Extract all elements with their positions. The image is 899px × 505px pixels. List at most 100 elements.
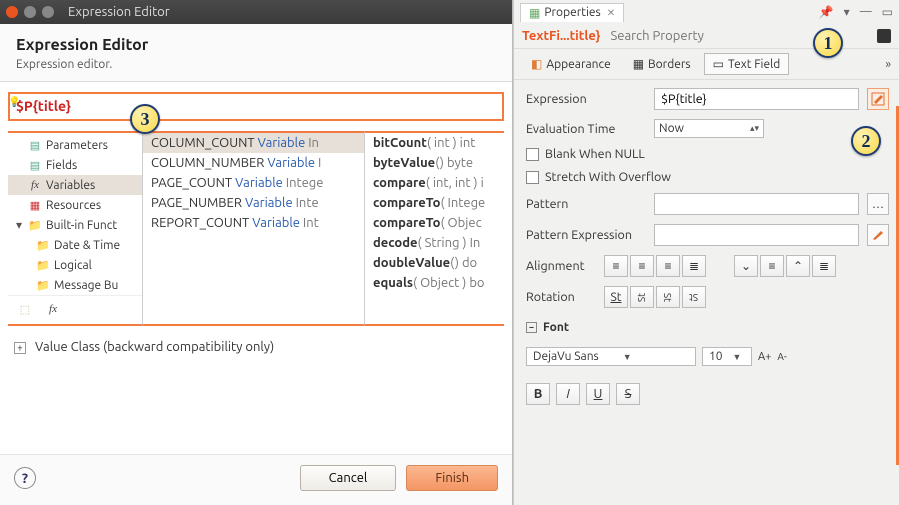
expression-field[interactable]: [654, 88, 859, 110]
underline-button[interactable]: U: [586, 383, 610, 405]
user-icon[interactable]: [877, 29, 891, 43]
expression-input[interactable]: 💡 $P{title}: [8, 92, 504, 121]
blank-when-null-checkbox[interactable]: Blank When NULL: [526, 147, 889, 161]
variable-row[interactable]: PAGE_NUMBER Variable Inte: [143, 193, 364, 213]
variable-row[interactable]: COLUMN_NUMBER Variable I: [143, 153, 364, 173]
font-family-select[interactable]: DejaVu Sans▼: [526, 347, 696, 366]
pin-icon[interactable]: 📌: [819, 5, 834, 19]
tree-item-variables[interactable]: fx Variables: [8, 175, 142, 195]
alignment-label: Alignment: [526, 259, 596, 273]
parameters-icon: ▤: [28, 138, 42, 152]
function-row[interactable]: equals( Object ) bo: [365, 273, 504, 293]
function-toggle-icon[interactable]: ⬚: [18, 302, 32, 316]
rotation-left-button[interactable]: St: [630, 286, 654, 308]
view-menu-icon[interactable]: ▾: [844, 5, 850, 19]
function-row[interactable]: bitCount( int ) int: [365, 133, 504, 153]
align-center-button[interactable]: ≡: [630, 255, 654, 277]
finish-button[interactable]: Finish: [406, 465, 498, 491]
decrease-font-button[interactable]: A-: [777, 351, 786, 362]
properties-panel: ▦ Properties ✕ 📌 ▾ — ▭ TextFi...title} ◧…: [513, 0, 899, 505]
chevron-updown-icon: ▴▾: [750, 123, 759, 134]
tree-item-messagebu[interactable]: 📁 Message Bu: [8, 275, 142, 295]
edit-icon: [871, 92, 885, 106]
font-section-header[interactable]: − Font: [526, 321, 889, 334]
window-close-button[interactable]: [6, 6, 18, 18]
breadcrumb[interactable]: TextFi...title}: [522, 29, 600, 43]
dialog-header: Expression Editor Expression editor.: [0, 24, 512, 82]
cancel-button[interactable]: Cancel: [300, 465, 397, 491]
variable-row[interactable]: REPORT_COUNT Variable Int: [143, 213, 364, 233]
rotation-right-button[interactable]: St: [656, 286, 680, 308]
align-right-button[interactable]: ≡: [656, 255, 680, 277]
valign-bottom-button[interactable]: ⌃: [786, 255, 810, 277]
tab-borders[interactable]: ▦ Borders: [624, 53, 700, 75]
pattern-browse-button[interactable]: …: [867, 193, 889, 215]
pattern-expression-field[interactable]: [654, 224, 859, 246]
rotation-upside-button[interactable]: St: [682, 286, 706, 308]
increase-font-button[interactable]: A+: [758, 351, 771, 363]
help-button[interactable]: ?: [14, 467, 36, 489]
function-row[interactable]: decode( String ) In: [365, 233, 504, 253]
variable-row[interactable]: PAGE_COUNT Variable Intege: [143, 173, 364, 193]
italic-button[interactable]: I: [556, 383, 580, 405]
checkbox-icon: [526, 148, 539, 161]
variables-icon: fx: [28, 178, 42, 192]
evaluation-time-select[interactable]: Now ▴▾: [654, 119, 764, 138]
tab-appearance[interactable]: ◧ Appearance: [522, 53, 620, 75]
function-row[interactable]: compareTo( Objec: [365, 213, 504, 233]
strike-button[interactable]: S: [616, 383, 640, 405]
lightbulb-icon: 💡: [8, 96, 20, 108]
expression-text: $P{title}: [16, 98, 71, 114]
window-maximize-button[interactable]: [42, 6, 54, 18]
tabs-overflow-icon[interactable]: »: [885, 58, 891, 71]
pattern-expression-edit-button[interactable]: [867, 224, 889, 246]
function-row[interactable]: doubleValue() do: [365, 253, 504, 273]
callout-2: 2: [851, 126, 881, 156]
variable-row[interactable]: COLUMN_COUNT Variable In: [143, 133, 364, 153]
dialog-heading: Expression Editor: [16, 36, 496, 54]
value-class-expander[interactable]: + Value Class (backward compatibility on…: [0, 330, 512, 364]
minimize-view-icon[interactable]: —: [860, 5, 872, 19]
rotation-none-button[interactable]: St: [604, 286, 628, 308]
text-field-icon: ▭: [713, 57, 724, 71]
tree-item-datetime[interactable]: 📁 Date & Time: [8, 235, 142, 255]
stretch-with-overflow-checkbox[interactable]: Stretch With Overflow: [526, 170, 889, 184]
pattern-field[interactable]: [654, 193, 859, 215]
valign-top-button[interactable]: ⌄: [734, 255, 758, 277]
tree-item-resources[interactable]: ▦ Resources: [8, 195, 142, 215]
folder-icon: 📁: [36, 258, 50, 272]
tree-item-parameters[interactable]: ▤ Parameters: [8, 135, 142, 155]
function-row[interactable]: compare( int, int ) i: [365, 173, 504, 193]
align-left-button[interactable]: ≡: [604, 255, 628, 277]
tree-item-logical[interactable]: 📁 Logical: [8, 255, 142, 275]
window-minimize-button[interactable]: [24, 6, 36, 18]
plus-icon: +: [14, 342, 26, 354]
valign-middle-button[interactable]: ≡: [760, 255, 784, 277]
tree-action-bar: ⬚ fx: [8, 295, 142, 322]
valign-justify-button[interactable]: ≣: [812, 255, 836, 277]
fields-icon: ▤: [28, 158, 42, 172]
edit-icon: [872, 229, 884, 241]
tab-text-field[interactable]: ▭ Text Field: [704, 53, 790, 75]
maximize-view-icon[interactable]: ▭: [882, 5, 893, 19]
chevron-down-icon: ▼: [623, 352, 632, 362]
fx-icon[interactable]: fx: [46, 302, 60, 316]
resources-icon: ▦: [28, 198, 42, 212]
folder-icon: 📁: [28, 218, 42, 232]
open-expression-editor-button[interactable]: [867, 88, 889, 110]
rotation-label: Rotation: [526, 290, 596, 304]
align-justify-button[interactable]: ≣: [682, 255, 706, 277]
tree-item-fields[interactable]: ▤ Fields: [8, 155, 142, 175]
function-row[interactable]: compareTo( Intege: [365, 193, 504, 213]
dialog-subheading: Expression editor.: [16, 58, 496, 71]
borders-icon: ▦: [633, 57, 644, 71]
function-row[interactable]: byteValue() byte: [365, 153, 504, 173]
tree-item-builtin[interactable]: ▾ 📁 Built-in Funct: [8, 215, 142, 235]
properties-tab[interactable]: ▦ Properties ✕: [520, 3, 624, 22]
close-tab-icon[interactable]: ✕: [607, 7, 615, 19]
minus-icon: −: [526, 322, 537, 333]
font-size-select[interactable]: 10▼: [702, 347, 752, 366]
pattern-label: Pattern: [526, 197, 646, 211]
window-title: Expression Editor: [68, 5, 170, 19]
bold-button[interactable]: B: [526, 383, 550, 405]
